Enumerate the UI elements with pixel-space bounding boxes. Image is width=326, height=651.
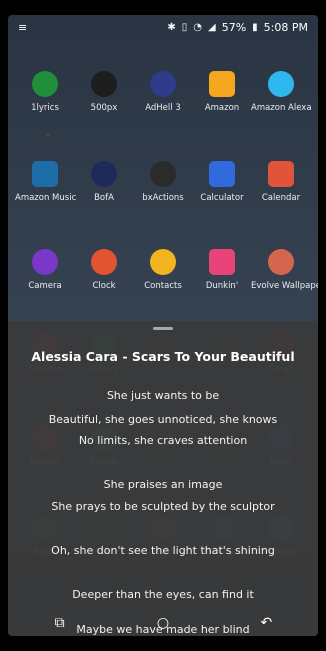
app-bofa[interactable]: BofA [74, 161, 134, 221]
app-camera[interactable]: Camera [15, 249, 75, 309]
app-label: Calculator [200, 193, 244, 203]
dunkin-icon [209, 249, 235, 275]
app-label: BofA [94, 193, 114, 203]
clock-icon [91, 249, 117, 275]
app-amazon-music[interactable]: Amazon Music [15, 161, 77, 221]
app-bxactions[interactable]: bxActions [133, 161, 193, 221]
navigation-bar: ⧉ ○ ↶ [8, 609, 318, 636]
lyric-line: Deeper than the eyes, can find it [72, 588, 254, 601]
app-dunkin-[interactable]: Dunkin' [192, 249, 252, 309]
music-icon [32, 161, 58, 187]
bofa-icon [91, 161, 117, 187]
app-evolve-wallpape-[interactable]: Evolve Wallpape... [251, 249, 318, 309]
app-calculator[interactable]: Calculator [192, 161, 252, 221]
screen: ≡ ✱ ▯ ◔ ◢ 57% ▮ 5:08 PM 1lyrics 500px AdHe… [8, 15, 318, 636]
app-label: Evolve Wallpape... [251, 281, 318, 291]
lyric-line: Beautiful, she goes unnoticed, she knows [48, 413, 278, 426]
alexa-icon [268, 71, 294, 97]
app-label: Amazon [204, 103, 240, 113]
calculator-icon [209, 161, 235, 187]
app-label: 1lyrics [31, 103, 59, 113]
music-note-icon [32, 71, 58, 97]
app-label: Clock [92, 281, 116, 291]
song-title: Alessia Cara - Scars To Your Beautiful [31, 349, 295, 364]
500px-icon [91, 71, 117, 97]
app-label: Calendar [261, 193, 301, 203]
app-label: Amazon Alexa [251, 103, 312, 113]
recents-icon[interactable]: ⧉ [40, 615, 80, 631]
app-label: bxActions [142, 193, 184, 203]
amazon-icon [209, 71, 235, 97]
app-amazon[interactable]: Amazon [192, 71, 252, 131]
lyric-line: She praises an image [103, 478, 223, 491]
phone-frame: ≡ ✱ ▯ ◔ ◢ 57% ▮ 5:08 PM 1lyrics 500px AdHe… [0, 0, 326, 651]
bxactions-icon [150, 161, 176, 187]
app-calendar[interactable]: Calendar [251, 161, 311, 221]
app-label: Amazon Music [15, 193, 77, 203]
app-label: Contacts [144, 281, 182, 291]
app-label: Camera [28, 281, 62, 291]
calendar-icon [268, 161, 294, 187]
person-icon [150, 249, 176, 275]
shield-icon [150, 71, 176, 97]
lyric-line: No limits, she craves attention [78, 434, 248, 447]
app-contacts[interactable]: Contacts [133, 249, 193, 309]
evolve-icon [268, 249, 294, 275]
drag-handle[interactable] [153, 327, 173, 330]
lyric-line: She prays to be sculpted by the sculptor [51, 500, 275, 513]
app-1lyrics[interactable]: 1lyrics [15, 71, 75, 131]
app-clock[interactable]: Clock [74, 249, 134, 309]
app-label: AdHell 3 [145, 103, 181, 113]
app-500px[interactable]: 500px [74, 71, 134, 131]
app-amazon-alexa[interactable]: Amazon Alexa [251, 71, 312, 131]
app-adhell-3[interactable]: AdHell 3 [133, 71, 193, 131]
app-label: Dunkin' [205, 281, 239, 291]
lyric-line: Oh, she don't see the light that's shini… [51, 544, 275, 557]
home-icon[interactable]: ○ [143, 615, 183, 631]
lyric-line: She just wants to be [106, 389, 220, 402]
camera-icon [32, 249, 58, 275]
back-icon[interactable]: ↶ [246, 615, 286, 631]
app-label: 500px [90, 103, 118, 113]
lyrics-overlay[interactable]: Alessia Cara - Scars To Your Beautiful S… [8, 321, 318, 636]
